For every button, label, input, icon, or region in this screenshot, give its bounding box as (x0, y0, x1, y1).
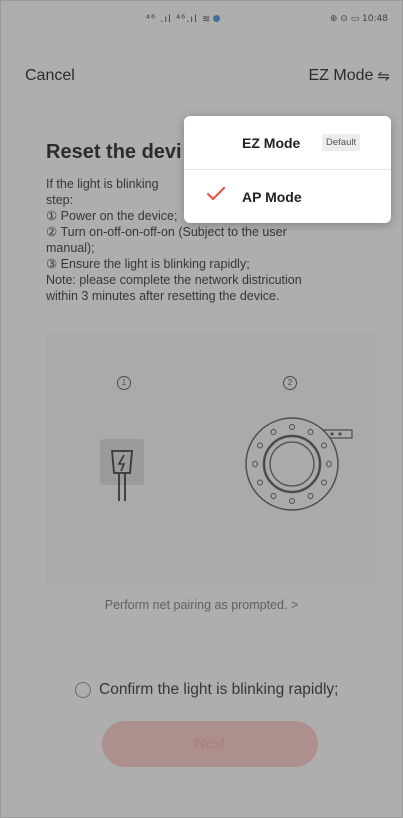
app-screen: ⁴⁶ .ıl ⁴⁶.ıl ≋ ⊕ ⊙ ▭ 10:48 Cancel EZ Mod… (0, 0, 403, 818)
checkmark-icon (206, 186, 226, 205)
dropdown-item-label: AP Mode (242, 188, 302, 205)
dropdown-item-ez-mode[interactable]: EZ Mode Default (184, 116, 391, 170)
dropdown-item-ap-mode[interactable]: AP Mode (184, 170, 391, 223)
default-badge: Default (322, 134, 361, 151)
mode-dropdown: EZ Mode Default AP Mode (184, 116, 391, 223)
dropdown-item-label: EZ Mode (242, 134, 301, 151)
